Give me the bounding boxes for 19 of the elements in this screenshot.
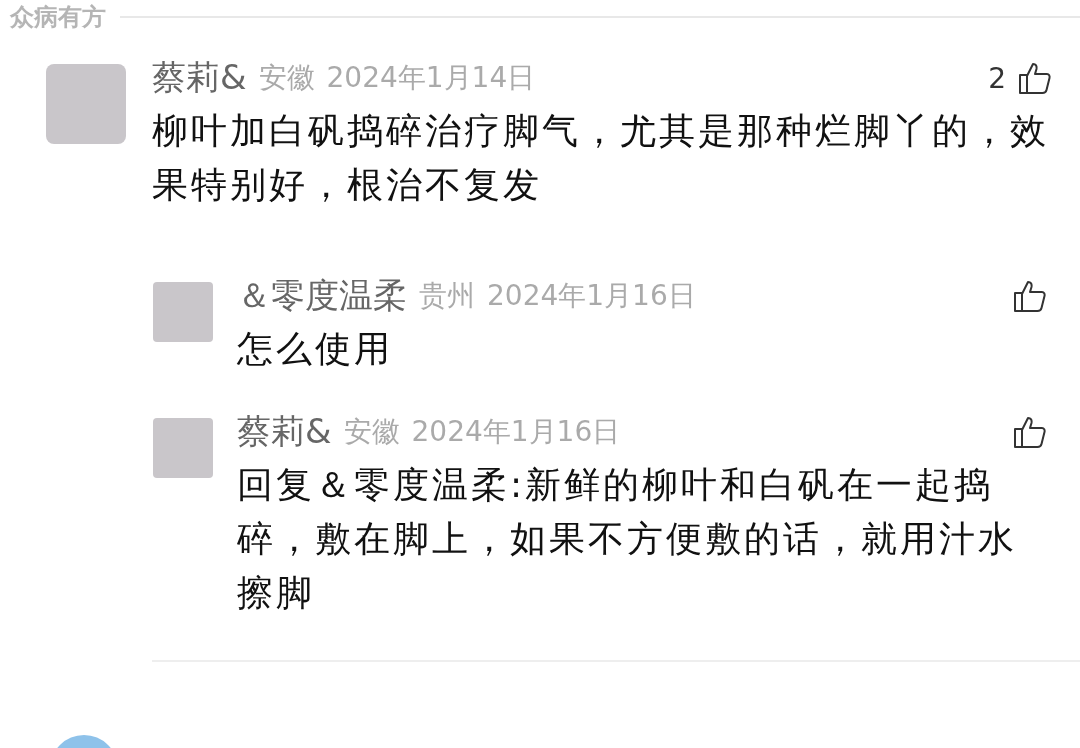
comment-date: 2024年1月16日 [487,278,696,314]
location-label: 贵州 [419,278,475,314]
reply-text: 怎么使用 [237,327,394,371]
author-name[interactable]: ＆零度温柔 [237,273,407,319]
author-name[interactable]: 蔡莉& [237,409,332,455]
thumbs-up-icon[interactable] [1013,415,1047,449]
author-name[interactable]: 蔡莉& [152,55,247,101]
comment-text: 柳叶加白矾捣碎治疗脚气，尤其是那种烂脚丫的，效果特别好，根治不复发 [152,109,1050,207]
like-count: 2 [988,61,1006,95]
comment-date: 2024年1月14日 [326,60,536,96]
location-label: 安徽 [258,60,315,96]
thumbs-up-icon[interactable] [1013,279,1047,313]
reply-text: 回复＆零度温柔:新鲜的柳叶和白矾在一起捣碎，敷在脚上，如果不方便敷的话，就用汁水擦脚 [237,463,1018,615]
section-title: 众病有方 [10,2,106,33]
comment-date: 2024年1月16日 [411,414,621,450]
avatar-placeholder [153,418,213,478]
avatar-placeholder [153,282,213,342]
thumbs-up-icon[interactable] [1018,61,1052,95]
location-label: 安徽 [343,414,400,450]
